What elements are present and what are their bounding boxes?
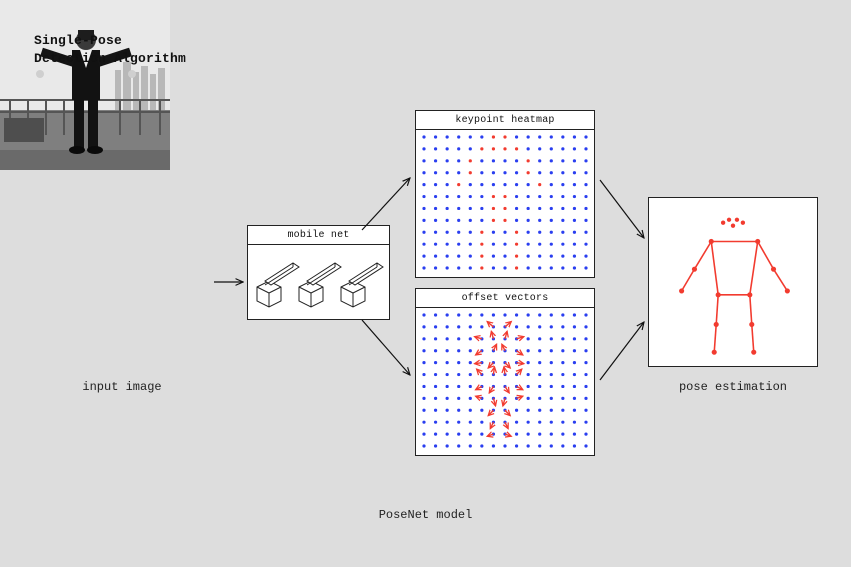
pose-box xyxy=(648,197,818,367)
heatmap-box: keypoint heatmap xyxy=(415,110,595,278)
offsets-grid xyxy=(416,308,594,453)
offsets-box: offset vectors xyxy=(415,288,595,456)
title-line-2: Detection Algorithm xyxy=(34,50,186,68)
heatmap-header: keypoint heatmap xyxy=(416,111,594,130)
offsets-header: offset vectors xyxy=(416,289,594,308)
heatmap-grid xyxy=(416,130,594,275)
footer-caption: PoseNet model xyxy=(0,508,851,522)
pose-caption: pose estimation xyxy=(648,380,818,394)
title-line-1: Single-Pose xyxy=(34,32,186,50)
mobilenet-body xyxy=(248,245,389,317)
input-image-caption: input image xyxy=(37,380,207,394)
heatmap-body xyxy=(416,130,594,275)
input-image xyxy=(0,0,170,170)
offsets-body xyxy=(416,308,594,453)
pose-skeleton xyxy=(649,198,817,366)
diagram-title: Single-Pose Detection Algorithm xyxy=(34,32,186,67)
mobilenet-header: mobile net xyxy=(248,226,389,245)
mobilenet-box: mobile net xyxy=(247,225,390,320)
